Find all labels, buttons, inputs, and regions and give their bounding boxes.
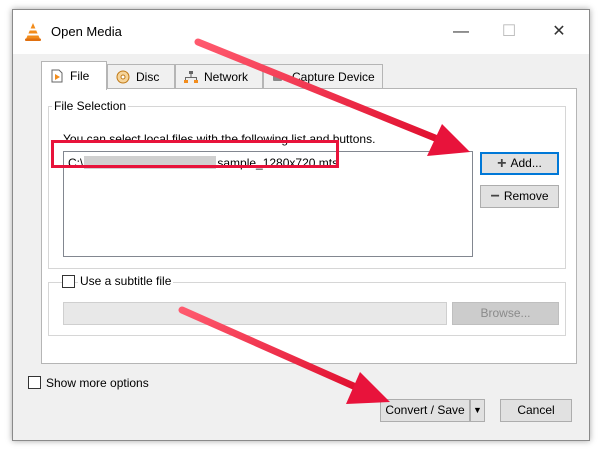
add-button-label: Add... — [510, 156, 542, 170]
convert-save-button-label: Convert / Save — [385, 403, 465, 417]
tab-network-label: Network — [204, 70, 249, 84]
tab-disc-label: Disc — [136, 70, 160, 84]
file-icon — [51, 69, 63, 83]
open-media-dialog: Open Media — ☐ ✕ File Disc Network Captu… — [12, 9, 590, 441]
tab-disc[interactable]: Disc — [107, 64, 175, 89]
maximize-button[interactable]: ☐ — [493, 18, 525, 46]
remove-button-label: Remove — [503, 189, 549, 203]
cancel-button-label: Cancel — [517, 403, 555, 417]
plus-icon: + — [497, 155, 507, 172]
show-more-options-label: Show more options — [46, 376, 149, 390]
remove-button[interactable]: − Remove — [480, 185, 559, 208]
network-icon — [184, 71, 198, 83]
tab-panel-file: File Selection You can select local file… — [41, 88, 577, 364]
browse-button-label: Browse... — [480, 306, 531, 320]
tab-capture-device[interactable]: Capture Device — [263, 64, 383, 89]
vlc-cone-icon — [25, 23, 41, 41]
title-bar: Open Media — ☐ ✕ — [13, 10, 589, 54]
subtitle-checkbox[interactable] — [62, 275, 75, 288]
capture-device-icon — [273, 74, 285, 81]
convert-save-button[interactable]: Convert / Save — [380, 399, 470, 422]
file-selection-title: File Selection — [52, 99, 129, 113]
subtitle-file-input[interactable] — [63, 302, 447, 325]
convert-dropdown-button[interactable]: ▼ — [470, 399, 485, 422]
show-more-options-checkbox[interactable] — [28, 376, 41, 389]
browse-button[interactable]: Browse... — [452, 302, 559, 325]
add-button[interactable]: + Add... — [480, 152, 559, 175]
minimize-button[interactable]: — — [445, 18, 477, 46]
tab-file-label: File — [70, 69, 90, 83]
tab-file[interactable]: File — [41, 61, 107, 90]
window-title: Open Media — [51, 24, 122, 39]
subtitle-checkbox-label: Use a subtitle file — [78, 274, 174, 288]
tab-network[interactable]: Network — [175, 64, 263, 89]
cancel-button[interactable]: Cancel — [500, 399, 572, 422]
close-button[interactable]: ✕ — [543, 18, 575, 46]
minus-icon: − — [490, 188, 500, 205]
disc-icon — [116, 70, 130, 84]
tab-capture-device-label: Capture Device — [292, 70, 375, 84]
annotation-highlight-box — [51, 140, 339, 168]
chevron-down-icon: ▼ — [473, 405, 482, 415]
